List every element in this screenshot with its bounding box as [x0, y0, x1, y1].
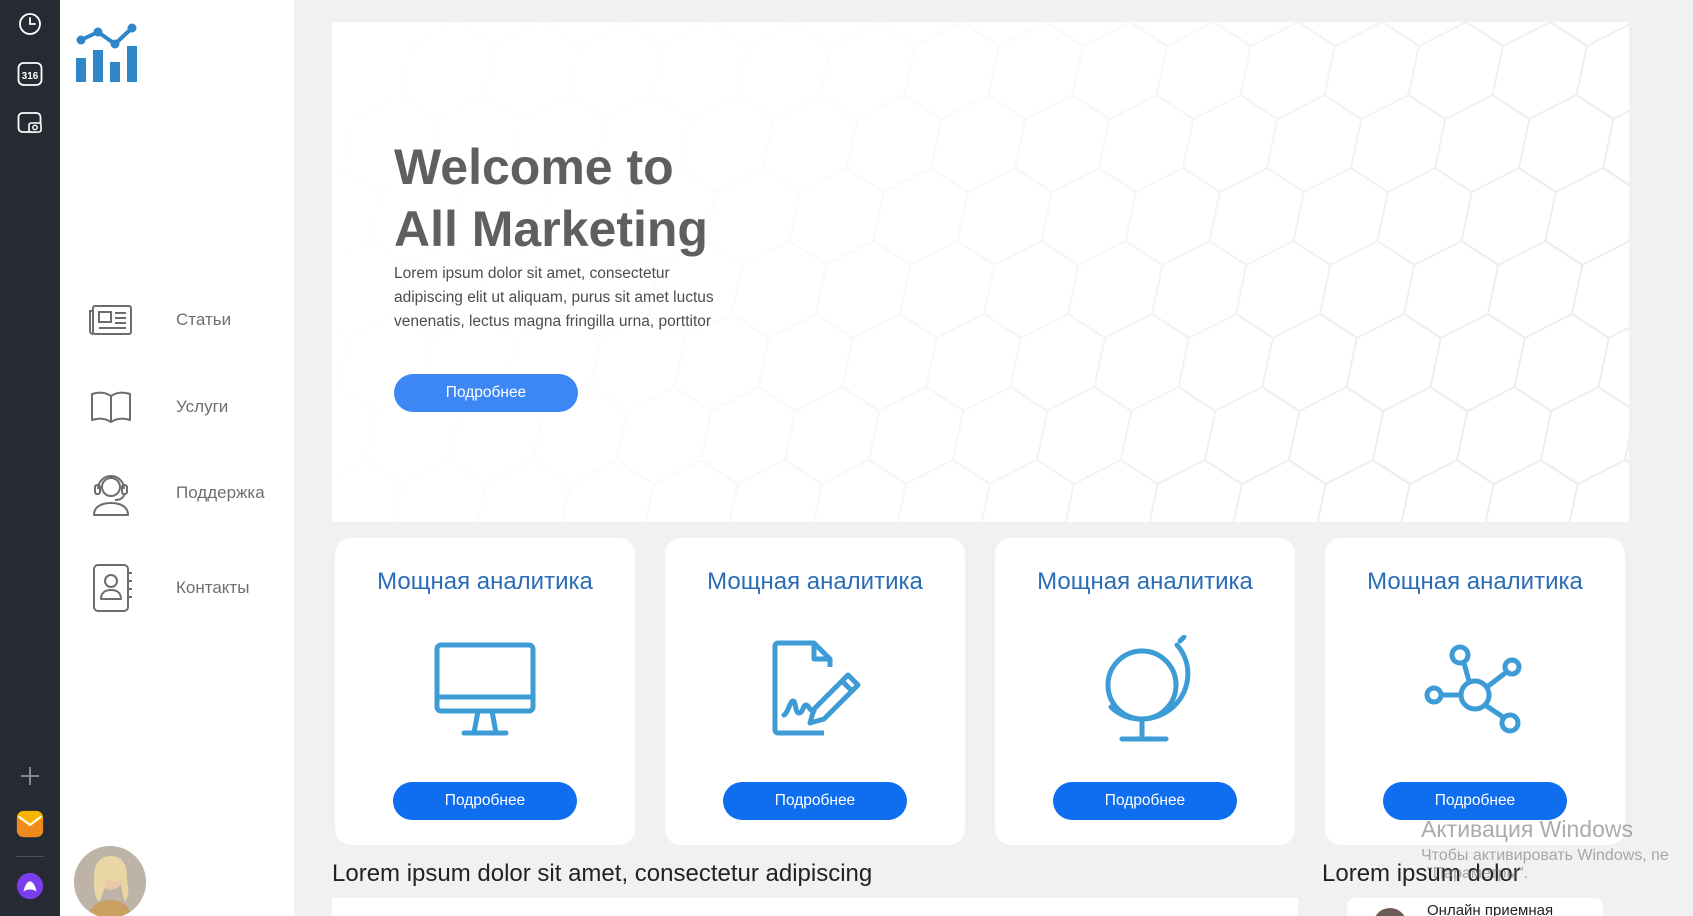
- hero-description: Lorem ipsum dolor sit amet, consectetur …: [394, 265, 714, 330]
- network-icon: [1420, 635, 1530, 745]
- feature-card: Мощная аналитика Подробнее: [335, 538, 635, 845]
- globe-icon: [1090, 634, 1200, 745]
- section-heading: Lorem ipsum dolor sit amet, consectetur …: [332, 860, 873, 887]
- card-more-button[interactable]: Подробнее: [1383, 782, 1567, 820]
- card-title: Мощная аналитика: [377, 568, 593, 595]
- hero-title-line2: All Marketing: [394, 201, 708, 257]
- mail-icon[interactable]: [16, 810, 44, 838]
- sidebar-item-contacts[interactable]: Контакты: [88, 562, 288, 614]
- online-reception-card[interactable]: Онлайн приемная: [1347, 898, 1603, 916]
- sidebar-item-label: Статьи: [176, 310, 232, 329]
- support-headset-icon: [88, 467, 134, 519]
- section-heading-side: Lorem ipsum dolor: [1322, 860, 1521, 887]
- screenshot-icon[interactable]: [16, 110, 44, 138]
- sidebar-item-articles[interactable]: Статьи: [88, 294, 288, 346]
- sidebar-item-label: Контакты: [176, 578, 250, 597]
- card-title: Мощная аналитика: [1037, 568, 1253, 595]
- sidebar-item-support[interactable]: Поддержка: [88, 467, 288, 519]
- avatar[interactable]: [74, 846, 146, 916]
- add-icon[interactable]: [16, 762, 44, 790]
- feature-card: Мощная аналитика Подробнее: [995, 538, 1295, 845]
- app-rail: 316: [0, 0, 60, 916]
- feature-card: Мощная аналитика Подробнее: [665, 538, 965, 845]
- card-more-button[interactable]: Подробнее: [723, 782, 907, 820]
- online-reception-label: Онлайн приемная: [1427, 902, 1554, 916]
- card-title: Мощная аналитика: [707, 568, 923, 595]
- card-more-button[interactable]: Подробнее: [393, 782, 577, 820]
- alice-assistant-icon[interactable]: [16, 872, 44, 900]
- sidebar-item-services[interactable]: Услуги: [88, 381, 288, 433]
- sidebar: Статьи Услуги Поддержка Контакты: [60, 0, 294, 916]
- calendar-badge: 316: [22, 71, 39, 82]
- rail-divider: [16, 856, 44, 857]
- hero-title: Welcome to All Marketing: [394, 136, 954, 260]
- hero-more-button[interactable]: Подробнее: [394, 374, 578, 412]
- avatar: [1373, 908, 1407, 916]
- sidebar-item-label: Услуги: [176, 397, 229, 416]
- feature-card: Мощная аналитика Подробнее: [1325, 538, 1625, 845]
- sidebar-item-label: Поддержка: [176, 483, 265, 502]
- document-sign-icon: [760, 635, 870, 745]
- card-title: Мощная аналитика: [1367, 568, 1583, 595]
- hero-title-line1: Welcome to: [394, 139, 674, 195]
- app-window: 316 Статьи Услуги Поддержка Контакты Wel…: [0, 0, 1693, 916]
- hero-banner: Welcome to All Marketing Lorem ipsum dol…: [332, 22, 1629, 522]
- newspaper-icon: [88, 294, 134, 346]
- monitor-icon: [430, 635, 540, 745]
- calendar-icon[interactable]: 316: [16, 60, 44, 88]
- chart-logo-icon[interactable]: [74, 22, 140, 84]
- clock-icon[interactable]: [16, 10, 44, 38]
- contacts-book-icon: [88, 562, 134, 614]
- content-panel: [332, 898, 1298, 916]
- book-icon: [88, 381, 134, 433]
- card-more-button[interactable]: Подробнее: [1053, 782, 1237, 820]
